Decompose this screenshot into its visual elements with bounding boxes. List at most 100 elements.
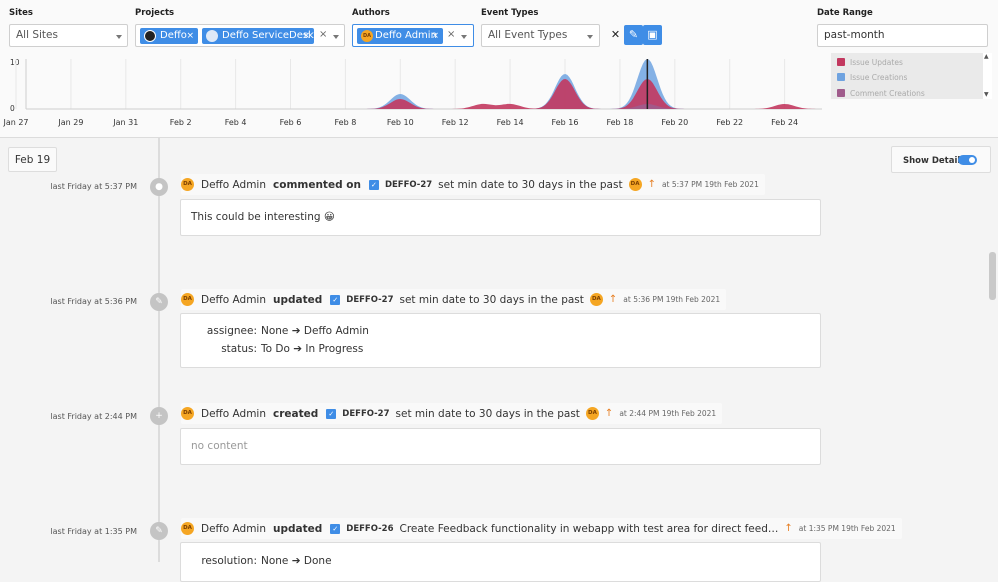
comment-text: This could be interesting 😀	[191, 211, 335, 223]
event-timestamp: last Friday at 5:37 PM	[50, 182, 137, 191]
clear-icon[interactable]: ×	[447, 29, 455, 40]
priority-up-icon: ↑	[784, 523, 793, 534]
event-author[interactable]: Deffo Admin	[201, 523, 266, 535]
show-details-label: Show Details	[903, 156, 966, 166]
x-tick-label: Jan 27	[3, 118, 29, 127]
legend-swatch	[837, 89, 845, 97]
event-body: no content	[180, 428, 821, 465]
event-body: This could be interesting 😀	[180, 199, 821, 236]
event-datetime: at 2:44 PM 19th Feb 2021	[619, 409, 717, 418]
show-details-toggle[interactable]	[958, 155, 977, 165]
issue-title-link[interactable]: set min date to 30 days in the past	[438, 179, 622, 191]
task-type-icon: ✓	[330, 523, 341, 534]
task-type-icon: ✓	[326, 408, 337, 419]
avatar: DA	[181, 407, 194, 420]
arrow-right-icon: ➔	[291, 555, 301, 567]
event-header: DA Deffo Admin updated ✓ DEFFO-27 set mi…	[181, 289, 727, 310]
priority-up-icon: ↑	[604, 408, 614, 419]
project-icon	[144, 30, 156, 42]
x-tick-label: Feb 16	[551, 118, 579, 127]
legend-item[interactable]: Issue Updates	[837, 58, 903, 67]
legend-label: Comment Creations	[850, 89, 925, 98]
x-tick-label: Feb 6	[279, 118, 302, 127]
chevron-down-icon	[461, 35, 467, 39]
sites-select[interactable]: All Sites	[9, 24, 128, 47]
change-row: None ➔ Deffo Admin	[261, 325, 369, 337]
event-types-select[interactable]: All Event Types	[481, 24, 600, 47]
event-body: resolution: None ➔ Done	[180, 542, 821, 582]
event-datetime: at 1:35 PM 19th Feb 2021	[798, 524, 896, 533]
issue-title-link[interactable]: set min date to 30 days in the past	[396, 408, 580, 420]
issue-key-link[interactable]: DEFFO-27	[342, 409, 389, 419]
remove-chip-icon[interactable]: ×	[431, 28, 439, 44]
event-header: DA Deffo Admin created ✓ DEFFO-27 set mi…	[181, 403, 723, 424]
event-types-placeholder: All Event Types	[488, 29, 568, 41]
chevron-down-icon	[587, 35, 593, 39]
event-header: DA Deffo Admin updated ✓ DEFFO-26 Create…	[181, 518, 902, 539]
x-tick-label: Feb 2	[169, 118, 192, 127]
page-scrollbar[interactable]	[989, 252, 996, 300]
authors-label: Authors	[352, 8, 390, 18]
date-range-input[interactable]: past-month	[817, 24, 988, 47]
legend-item[interactable]: Comment Creations	[837, 89, 925, 98]
remove-chip-icon[interactable]: ×	[186, 28, 194, 44]
authors-select[interactable]: DA Deffo Admin × ×	[352, 24, 474, 47]
change-from: To Do	[261, 343, 290, 355]
clear-icon[interactable]: ×	[319, 29, 327, 40]
x-tick-label: Feb 10	[386, 118, 414, 127]
date-group-label: Feb 19	[8, 147, 57, 172]
event-action: commented on	[273, 178, 361, 191]
x-tick-label: Feb 12	[441, 118, 469, 127]
task-type-icon: ✓	[368, 179, 379, 190]
area-series-issue-updates[interactable]	[26, 79, 822, 109]
x-tick-label: Feb 18	[606, 118, 634, 127]
change-to: Done	[303, 555, 332, 567]
issue-key-link[interactable]: DEFFO-27	[346, 295, 393, 305]
show-details-control[interactable]: Show Details	[891, 146, 991, 173]
event-action: updated	[273, 522, 323, 535]
project-icon	[206, 30, 218, 42]
legend-swatch	[837, 73, 845, 81]
project-chip-label: Deffo	[160, 30, 187, 41]
task-type-icon: ✓	[330, 294, 341, 305]
event-author[interactable]: Deffo Admin	[201, 408, 266, 420]
filter-bar: Sites All Sites Projects Deffo × Deffo S…	[0, 0, 998, 138]
remove-chip-icon[interactable]: ×	[302, 28, 310, 44]
activity-chart[interactable]	[0, 50, 830, 116]
area-series-issue-creations[interactable]	[26, 59, 822, 109]
project-chip-servicedesk[interactable]: Deffo ServiceDesk ×	[202, 28, 314, 44]
edit-button[interactable]: ✎	[624, 25, 643, 45]
avatar: DA	[589, 293, 603, 306]
legend-label: Issue Creations	[850, 73, 908, 82]
sites-label: Sites	[9, 8, 33, 18]
event-body: assignee: None ➔ Deffo Admin status: To …	[180, 313, 821, 368]
issue-title-link[interactable]: set min date to 30 days in the past	[399, 294, 583, 306]
empty-content-text: no content	[191, 440, 248, 452]
project-chip-deffo[interactable]: Deffo ×	[140, 28, 198, 44]
event-timestamp: last Friday at 2:44 PM	[50, 412, 137, 421]
author-chip[interactable]: DA Deffo Admin ×	[357, 28, 443, 44]
x-tick-label: Feb 24	[771, 118, 799, 127]
chevron-down-icon[interactable]: ▼	[984, 91, 989, 98]
x-tick-label: Feb 20	[661, 118, 689, 127]
author-chip-label: Deffo Admin	[375, 30, 437, 41]
event-author[interactable]: Deffo Admin	[201, 294, 266, 306]
date-range-value: past-month	[824, 29, 885, 41]
issue-key-link[interactable]: DEFFO-26	[346, 524, 393, 534]
issue-title-link[interactable]: Create Feedback functionality in webapp …	[399, 523, 778, 535]
clear-filters-button[interactable]: ✕	[606, 25, 625, 45]
avatar: DA	[181, 293, 194, 306]
plus-icon: +	[150, 407, 168, 425]
legend-scrollbar[interactable]: ▲ ▼	[983, 53, 992, 99]
event-author[interactable]: Deffo Admin	[201, 179, 266, 191]
save-button[interactable]: ▣	[643, 25, 662, 45]
x-tick-label: Jan 31	[113, 118, 139, 127]
priority-up-icon: ↑	[647, 179, 656, 190]
sites-placeholder: All Sites	[16, 29, 58, 41]
comment-icon: ●	[150, 178, 168, 196]
event-action: created	[273, 407, 319, 420]
projects-select[interactable]: Deffo × Deffo ServiceDesk × ×	[135, 24, 345, 47]
chevron-up-icon[interactable]: ▲	[984, 53, 989, 60]
legend-item[interactable]: Issue Creations	[837, 73, 907, 82]
issue-key-link[interactable]: DEFFO-27	[385, 180, 432, 190]
